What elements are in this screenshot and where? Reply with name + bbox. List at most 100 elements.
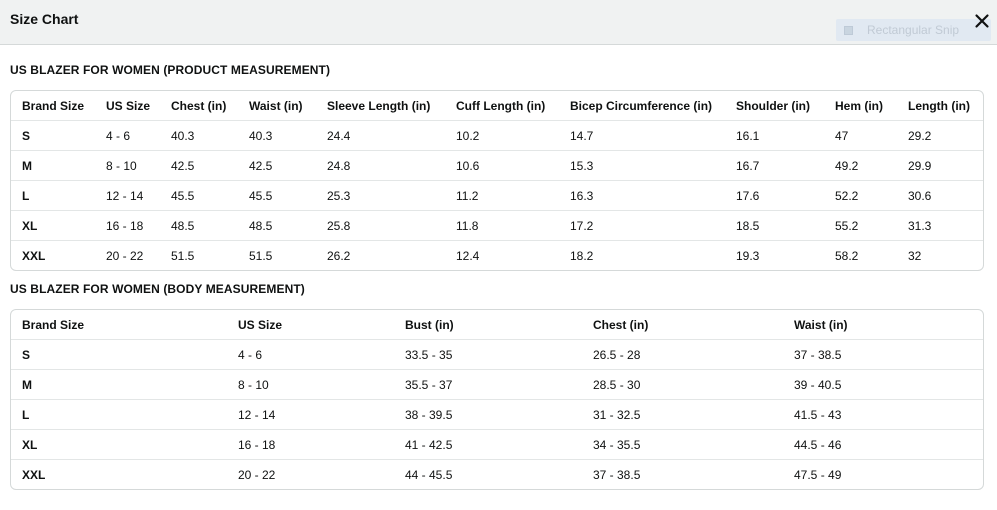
snip-label: Rectangular Snip [867, 23, 960, 37]
table-cell: 25.8 [316, 210, 445, 241]
table-cell: 38 - 39.5 [394, 399, 582, 430]
close-icon [975, 14, 989, 28]
column-header: Brand Size [22, 98, 85, 113]
table-cell: 29.9 [897, 150, 983, 181]
table-cell: 40.3 [238, 120, 316, 151]
table-row: XL 16 - 18 48.5 48.5 25.8 11.8 17.2 18.5… [11, 210, 983, 241]
table-cell: 18.2 [559, 240, 725, 270]
table-cell: 28.5 - 30 [582, 369, 783, 400]
size-chart-modal: Size Chart Rectangular Snip US BLAZER FO… [0, 0, 997, 510]
table-cell: 52.2 [824, 180, 897, 211]
table-cell: 19.3 [725, 240, 824, 270]
table-cell: 44.5 - 46 [783, 429, 983, 460]
table-cell: 37 - 38.5 [783, 339, 983, 370]
table-cell: 39 - 40.5 [783, 369, 983, 400]
table-cell: 12.4 [445, 240, 559, 270]
table-cell: XL [11, 429, 227, 460]
table-cell: 41.5 - 43 [783, 399, 983, 430]
column-header: Bicep Circumference (in) [570, 98, 713, 113]
table-cell: 51.5 [160, 240, 238, 270]
column-header: US Size [238, 317, 283, 332]
table-cell: L [11, 399, 227, 430]
column-header: Chest (in) [593, 317, 649, 332]
table-cell: S [11, 120, 95, 151]
column-header: Bust (in) [405, 317, 454, 332]
table-cell: 16 - 18 [227, 429, 394, 460]
modal-title: Size Chart [10, 11, 79, 27]
table-row: L 12 - 14 45.5 45.5 25.3 11.2 16.3 17.6 … [11, 180, 983, 211]
table-cell: 35.5 - 37 [394, 369, 582, 400]
table-cell: 48.5 [160, 210, 238, 241]
table-cell: 30.6 [897, 180, 983, 211]
table-cell: 12 - 14 [227, 399, 394, 430]
table-cell: 31.3 [897, 210, 983, 241]
snip-icon [844, 25, 853, 35]
table-row: XXL 20 - 22 44 - 45.5 37 - 38.5 47.5 - 4… [11, 459, 983, 489]
table-cell: 49.2 [824, 150, 897, 181]
table-cell: 17.6 [725, 180, 824, 211]
table-cell: 10.6 [445, 150, 559, 181]
table-row: M 8 - 10 35.5 - 37 28.5 - 30 39 - 40.5 [11, 369, 983, 400]
table-cell: 26.5 - 28 [582, 339, 783, 370]
table-cell: 20 - 22 [227, 459, 394, 489]
table-cell: 45.5 [160, 180, 238, 211]
table-cell: 55.2 [824, 210, 897, 241]
product-measurement-table: Brand Size US Size Chest (in) Waist (in)… [11, 91, 983, 270]
table-row: S 4 - 6 40.3 40.3 24.4 10.2 14.7 16.1 47… [11, 120, 983, 151]
table-cell: 51.5 [238, 240, 316, 270]
table-cell: 10.2 [445, 120, 559, 151]
table-row: XXL 20 - 22 51.5 51.5 26.2 12.4 18.2 19.… [11, 240, 983, 270]
table-cell: XXL [11, 459, 227, 489]
table-cell: 41 - 42.5 [394, 429, 582, 460]
table-cell: L [11, 180, 95, 211]
table-cell: M [11, 150, 95, 181]
table-cell: S [11, 339, 227, 370]
column-header: Waist (in) [249, 98, 303, 113]
table-cell: 24.8 [316, 150, 445, 181]
table-cell: 34 - 35.5 [582, 429, 783, 460]
table-cell: XL [11, 210, 95, 241]
table-cell: 40.3 [160, 120, 238, 151]
table-cell: 16.1 [725, 120, 824, 151]
table-cell: 48.5 [238, 210, 316, 241]
table-cell: 42.5 [160, 150, 238, 181]
rectangular-snip-overlay: Rectangular Snip [836, 19, 991, 41]
column-header: Sleeve Length (in) [327, 98, 431, 113]
table-cell: XXL [11, 240, 95, 270]
table-cell: 4 - 6 [95, 120, 160, 151]
table-cell: 4 - 6 [227, 339, 394, 370]
table-cell: 47 [824, 120, 897, 151]
close-button[interactable] [972, 11, 992, 31]
table-cell: 31 - 32.5 [582, 399, 783, 430]
table-cell: 14.7 [559, 120, 725, 151]
column-header: Length (in) [908, 98, 970, 113]
table-cell: 24.4 [316, 120, 445, 151]
table-header-row: Brand Size US Size Chest (in) Waist (in)… [11, 91, 983, 121]
table-cell: 45.5 [238, 180, 316, 211]
table-cell: 16.3 [559, 180, 725, 211]
column-header: Cuff Length (in) [456, 98, 546, 113]
table-cell: M [11, 369, 227, 400]
table-cell: 44 - 45.5 [394, 459, 582, 489]
table-cell: 20 - 22 [95, 240, 160, 270]
table-cell: 11.8 [445, 210, 559, 241]
table-cell: 32 [897, 240, 983, 270]
table-cell: 29.2 [897, 120, 983, 151]
table-cell: 8 - 10 [95, 150, 160, 181]
table-row: M 8 - 10 42.5 42.5 24.8 10.6 15.3 16.7 4… [11, 150, 983, 181]
body-measurement-heading: US BLAZER FOR WOMEN (BODY MEASUREMENT) [10, 282, 305, 296]
body-measurement-table: Brand Size US Size Bust (in) Chest (in) … [11, 310, 983, 489]
table-cell: 16.7 [725, 150, 824, 181]
table-cell: 15.3 [559, 150, 725, 181]
column-header: Chest (in) [171, 98, 227, 113]
table-cell: 47.5 - 49 [783, 459, 983, 489]
table-cell: 25.3 [316, 180, 445, 211]
column-header: US Size [106, 98, 151, 113]
body-measurement-table-container: Brand Size US Size Bust (in) Chest (in) … [10, 309, 984, 490]
product-measurement-table-container: Brand Size US Size Chest (in) Waist (in)… [10, 90, 984, 271]
table-cell: 12 - 14 [95, 180, 160, 211]
table-row: S 4 - 6 33.5 - 35 26.5 - 28 37 - 38.5 [11, 339, 983, 370]
table-cell: 42.5 [238, 150, 316, 181]
table-cell: 37 - 38.5 [582, 459, 783, 489]
table-cell: 8 - 10 [227, 369, 394, 400]
